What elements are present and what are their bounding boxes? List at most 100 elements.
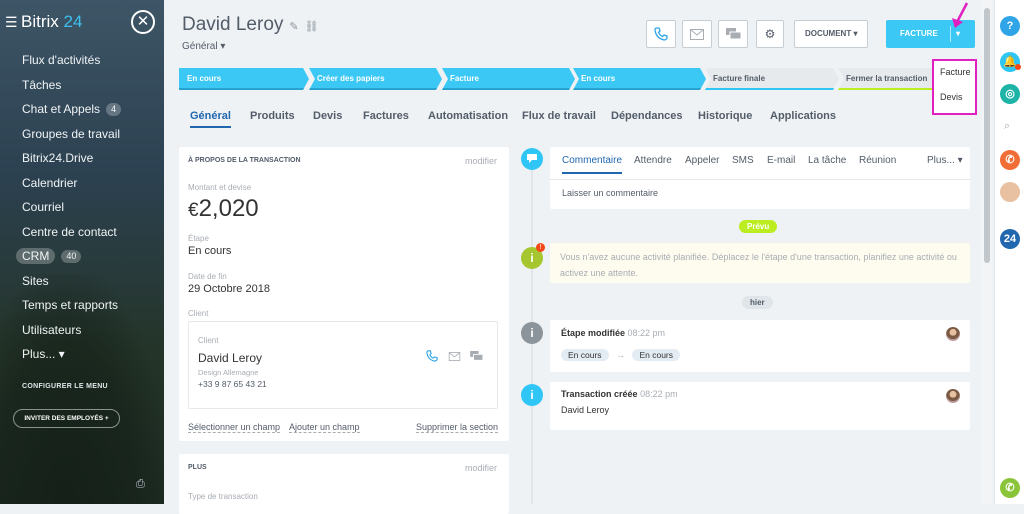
menu-item-devis[interactable]: Devis (934, 86, 975, 111)
envelope-icon[interactable] (448, 352, 461, 361)
add-field-link[interactable]: Ajouter un champ (289, 422, 360, 433)
client-label: Client (188, 309, 209, 318)
avatar[interactable] (946, 389, 960, 403)
openlines-icon[interactable]: ◎ (1000, 84, 1020, 104)
client-phone[interactable]: +33 9 87 65 43 21 (198, 379, 267, 389)
phone-icon[interactable]: ✆ (1000, 150, 1020, 170)
sidebar-item-chat[interactable]: Chat et Appels 4 (22, 97, 122, 122)
sidebar-item-contact-center[interactable]: Centre de contact (22, 220, 121, 245)
timeline-entry-stage-changed: Étape modifiée 08:22 pm En cours → En co… (550, 320, 970, 372)
sidebar-item-label: Flux d'activités (22, 53, 101, 68)
menu-item-facture[interactable]: Facture (934, 61, 975, 86)
avatar[interactable] (1000, 182, 1020, 202)
sidebar-item-more[interactable]: Plus... ▾ (22, 342, 121, 367)
sidebar-item-label: Tâches (22, 77, 62, 92)
client-block: Client David Leroy Design Allemagne +33 … (188, 321, 498, 409)
hamburger-icon[interactable]: ☰ (5, 14, 18, 31)
avatar[interactable] (946, 327, 960, 341)
alert-badge: ! (536, 243, 545, 252)
stage-invoice[interactable]: Facture (442, 68, 575, 90)
bitrix24-icon[interactable]: 24 (1000, 229, 1020, 249)
email-button[interactable] (682, 20, 712, 48)
sidebar-menu: Flux d'activités Tâches Chat et Appels 4 … (16, 48, 122, 367)
sidebar-item-tasks[interactable]: Tâches (22, 73, 121, 98)
stage-value[interactable]: En cours (188, 245, 231, 257)
chat-button[interactable] (718, 20, 748, 48)
stage-in-progress-2[interactable]: En cours (573, 68, 706, 90)
sidebar-item-mail[interactable]: Courriel (22, 195, 121, 220)
search-icon[interactable]: ⌕ (1004, 120, 1010, 133)
select-field-link[interactable]: Sélectionner un champ (188, 422, 281, 433)
sidebar-item-label: Chat et Appels (22, 102, 101, 117)
sidebar-item-label: Sites (22, 273, 49, 288)
info-icon: i (521, 322, 543, 344)
document-button[interactable]: DOCUMENT ▾ (794, 20, 869, 48)
phone-icon[interactable] (426, 350, 438, 362)
sidebar-item-calendar[interactable]: Calendrier (22, 171, 121, 196)
printer-icon[interactable]: ⎙ (136, 478, 145, 491)
sidebar-item-sites[interactable]: Sites (22, 269, 121, 294)
entry-title: Transaction créée 08:22 pm (561, 389, 678, 399)
sidebar-item-users[interactable]: Utilisateurs (22, 318, 121, 343)
client-name[interactable]: David Leroy (198, 351, 262, 365)
delete-section-link[interactable]: Supprimer la section (416, 422, 499, 433)
chat-icon[interactable] (470, 351, 483, 362)
activity-tab-more[interactable]: Plus... ▾ (927, 155, 963, 166)
activity-tab-call[interactable]: Appeler (685, 155, 719, 166)
tab-automation[interactable]: Automatisation (428, 110, 508, 122)
edit-icon[interactable]: ✎ (289, 21, 298, 33)
entry-title-text: Transaction créée (561, 389, 638, 399)
end-date-value[interactable]: 29 Octobre 2018 (188, 283, 270, 295)
pipeline-select[interactable]: Général ▾ (182, 41, 225, 52)
tab-dependencies[interactable]: Dépendances (611, 110, 683, 122)
scrollbar[interactable] (982, 0, 992, 504)
amount-value[interactable]: €2,020 (188, 195, 259, 223)
tab-applications[interactable]: Applications (770, 110, 836, 122)
sidebar-item-workgroups[interactable]: Groupes de travail (22, 122, 121, 147)
sidebar-item-activity-stream[interactable]: Flux d'activités (22, 48, 121, 73)
sidebar-item-label: Groupes de travail (22, 126, 121, 141)
phone-button[interactable] (646, 20, 676, 48)
activity-tab-email[interactable]: E-mail (767, 155, 795, 166)
stage-label: Étape (188, 234, 209, 243)
amount-label: Montant et devise (188, 183, 252, 192)
page-title: David Leroy ✎ ⛓ (182, 14, 319, 36)
sidebar-item-time-reports[interactable]: Temps et rapports (22, 293, 121, 318)
phone-icon[interactable]: ✆ (1000, 478, 1020, 498)
modify-link[interactable]: modifier (465, 156, 497, 166)
sidebar-item-label: CRM (16, 248, 56, 265)
comment-input[interactable]: Laisser un commentaire (562, 188, 658, 198)
tab-workflows[interactable]: Flux de travail (522, 110, 596, 122)
planned-notice: Vous n'avez aucune activité planifiée. D… (550, 243, 970, 283)
logo-number: 24 (63, 12, 83, 31)
close-icon[interactable]: ✕ (131, 10, 155, 34)
annotation-arrow-icon (952, 2, 969, 28)
tab-general[interactable]: Général (190, 110, 231, 128)
modify-link[interactable]: modifier (465, 463, 497, 473)
tab-invoices[interactable]: Factures (363, 110, 409, 122)
scrollbar-thumb[interactable] (984, 8, 990, 263)
tab-history[interactable]: Historique (698, 110, 752, 122)
link-icon[interactable]: ⛓ (305, 21, 319, 33)
activity-tab-sms[interactable]: SMS (732, 155, 754, 166)
stage-create-papers[interactable]: Créer des papiers (309, 68, 442, 90)
tab-quotes[interactable]: Devis (313, 110, 342, 122)
settings-button[interactable]: ⚙ (756, 20, 784, 48)
help-icon[interactable]: ? (1000, 16, 1020, 36)
logo[interactable]: ☰ Bitrix 24 (5, 12, 82, 32)
sidebar-item-drive[interactable]: Bitrix24.Drive (22, 146, 121, 171)
from-stage: En cours (561, 349, 609, 361)
configure-menu-link[interactable]: CONFIGURER LE MENU (22, 383, 108, 390)
activity-tab-meeting[interactable]: Réunion (859, 155, 896, 166)
invite-employees-button[interactable]: INVITER DES EMPLOYÉS + (13, 409, 120, 428)
sidebar-item-label: Calendrier (22, 175, 78, 190)
activity-tab-wait[interactable]: Attendre (634, 155, 672, 166)
deal-title[interactable]: David Leroy (182, 14, 283, 35)
activity-tab-comment[interactable]: Commentaire (562, 155, 623, 174)
stage-in-progress[interactable]: En cours (179, 68, 309, 90)
tab-products[interactable]: Produits (250, 110, 295, 122)
sidebar-item-crm[interactable]: CRM 40 (16, 244, 121, 269)
info-icon: i (521, 384, 543, 406)
stage-final-invoice[interactable]: Facture finale (705, 68, 839, 90)
activity-tab-task[interactable]: La tâche (808, 155, 846, 166)
